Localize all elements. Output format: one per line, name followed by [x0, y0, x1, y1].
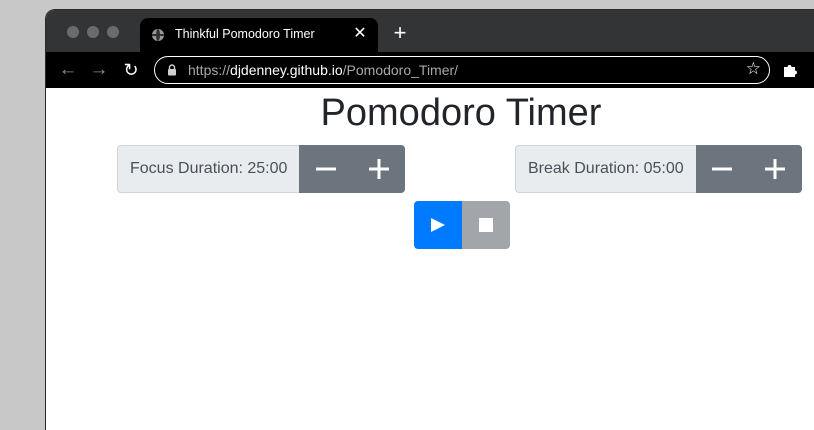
timer-controls: [414, 201, 510, 249]
focus-duration-group: Focus Duration: 25:00: [117, 145, 406, 193]
browser-window: Thinkful Pomodoro Timer ✕ + ← → ↻ https:…: [46, 10, 814, 430]
reload-button[interactable]: ↻: [120, 59, 142, 81]
back-button[interactable]: ←: [57, 59, 79, 81]
minimize-window-button[interactable]: [87, 26, 99, 38]
url-text[interactable]: https://djdenney.github.io/Pomodoro_Time…: [188, 62, 458, 78]
stop-icon: [479, 218, 493, 232]
url-path: /Pomodoro_Timer/: [342, 62, 459, 78]
page-content: Pomodoro Timer Focus Duration: 25:00 Bre…: [46, 88, 814, 430]
decrease-break-button[interactable]: [695, 145, 749, 193]
tab-strip: Thinkful Pomodoro Timer ✕ +: [46, 10, 814, 52]
break-duration-group: Break Duration: 05:00: [515, 145, 802, 193]
url-scheme: https://: [188, 62, 231, 78]
tab-close-button[interactable]: ✕: [350, 23, 370, 45]
minus-icon: [315, 167, 336, 171]
increase-focus-button[interactable]: [352, 145, 406, 193]
globe-icon: [152, 29, 164, 41]
bookmark-star-icon[interactable]: ☆: [746, 60, 761, 78]
close-window-button[interactable]: [67, 26, 79, 38]
lock-icon[interactable]: [167, 64, 177, 76]
minus-icon: [712, 167, 733, 171]
plus-icon: [368, 159, 389, 179]
browser-toolbar: ← → ↻ https://djdenney.github.io/Pomodor…: [46, 52, 814, 88]
tab-title: Thinkful Pomodoro Timer: [175, 27, 315, 41]
url-host: djdenney.github.io: [230, 62, 343, 78]
forward-button[interactable]: →: [88, 59, 110, 81]
plus-icon: [765, 159, 786, 179]
play-pause-button[interactable]: [414, 201, 462, 249]
zoom-window-button[interactable]: [107, 26, 119, 38]
break-duration-label: Break Duration: 05:00: [515, 145, 696, 193]
puzzle-piece-icon[interactable]: [781, 61, 799, 79]
decrease-focus-button[interactable]: [299, 145, 353, 193]
tab-active[interactable]: Thinkful Pomodoro Timer ✕: [140, 18, 378, 52]
play-icon: [431, 218, 445, 232]
stop-button[interactable]: [462, 201, 510, 249]
address-bar[interactable]: https://djdenney.github.io/Pomodoro_Time…: [154, 56, 770, 84]
page-title: Pomodoro Timer: [320, 92, 602, 134]
increase-break-button[interactable]: [748, 145, 802, 193]
focus-duration-label: Focus Duration: 25:00: [117, 145, 300, 193]
new-tab-button[interactable]: +: [389, 22, 411, 44]
